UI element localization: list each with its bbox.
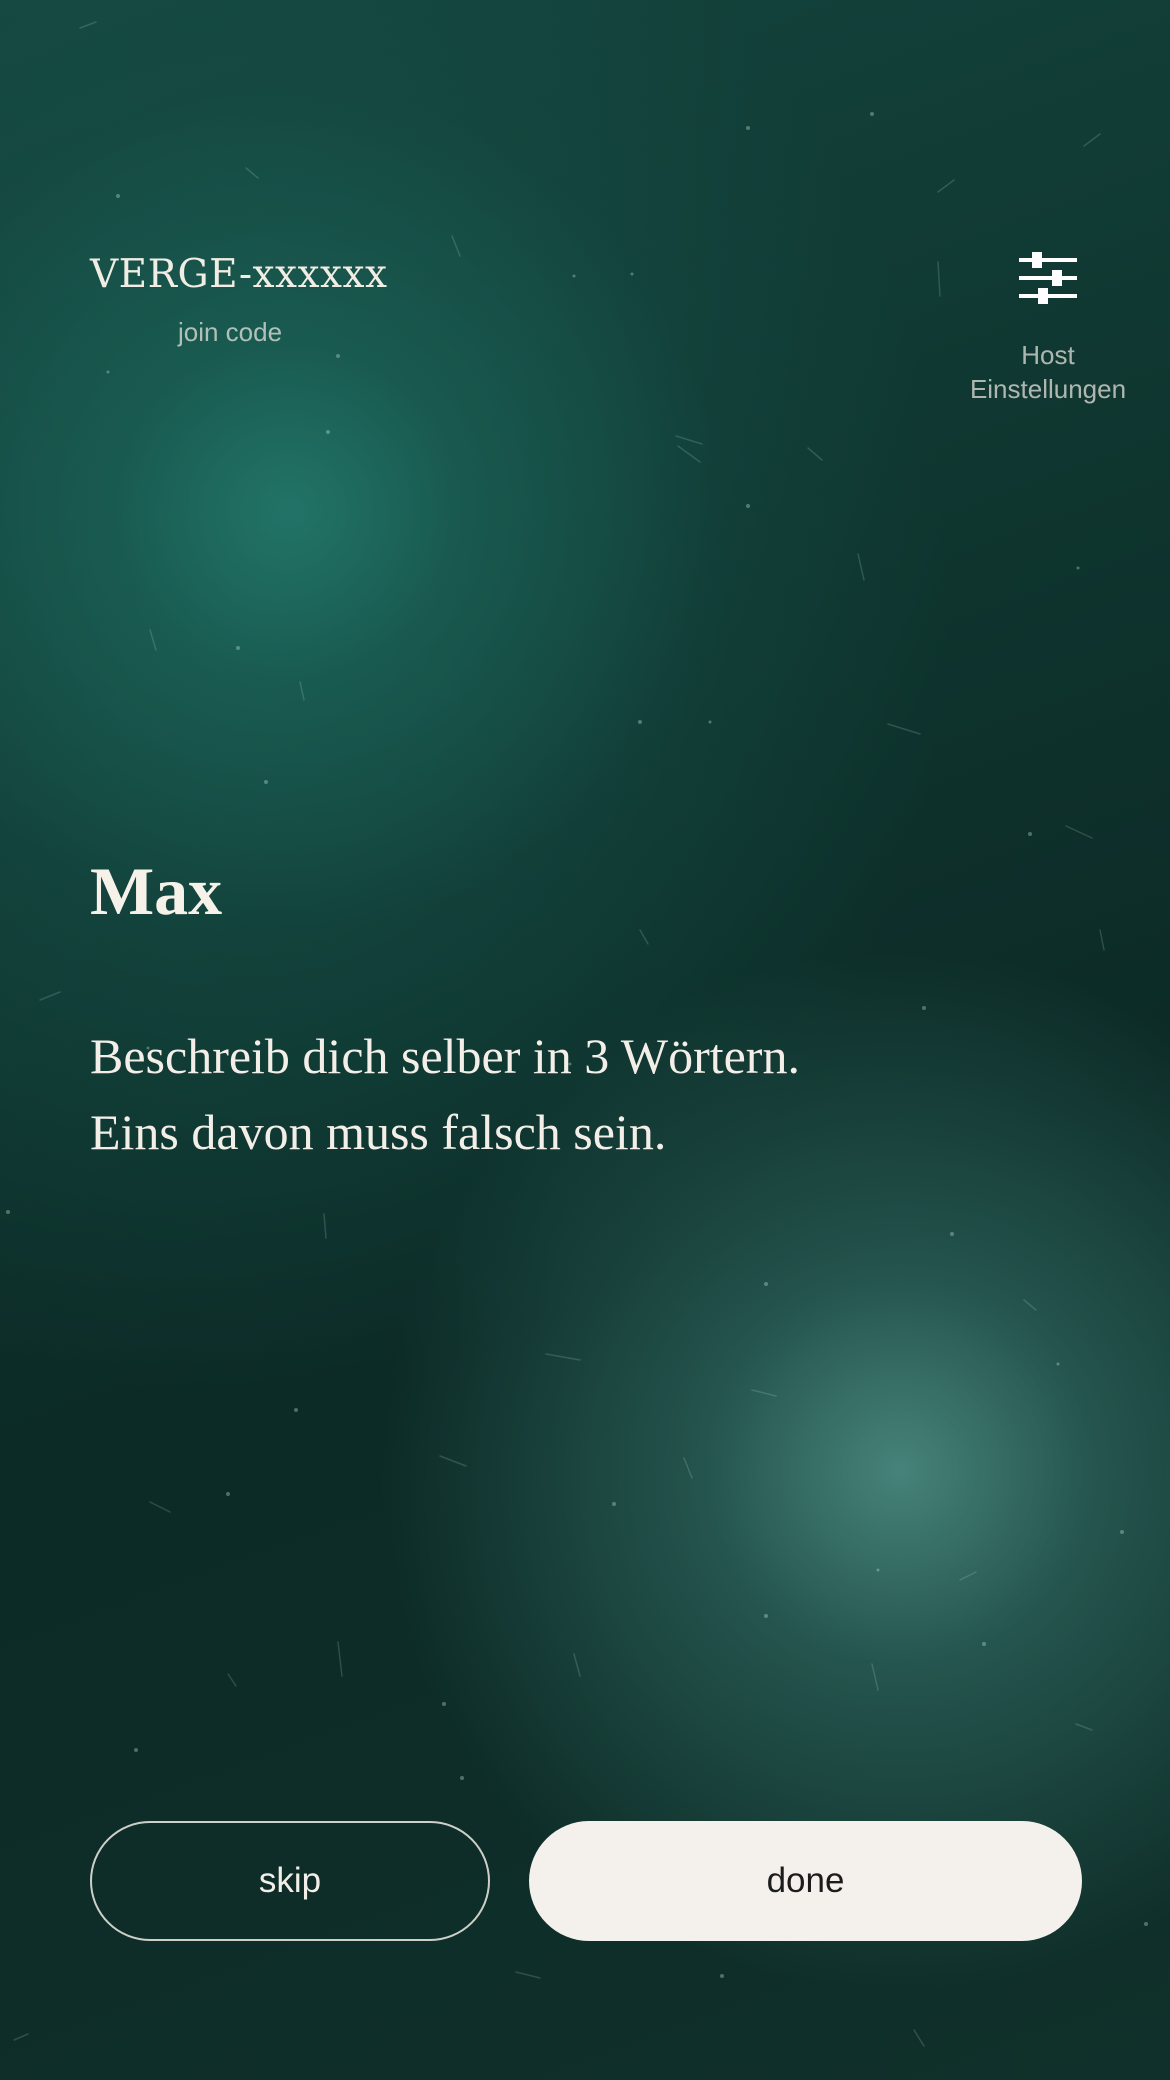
question-prompt: Beschreib dich selber in 3 Wörtern. Eins…: [90, 1018, 1090, 1170]
skip-button[interactable]: skip: [90, 1821, 490, 1941]
prompt-line-2: Eins davon muss falsch sein.: [90, 1104, 667, 1160]
prompt-line-1: Beschreib dich selber in 3 Wörtern.: [90, 1028, 800, 1084]
host-settings-button[interactable]: Host Einstellungen: [948, 250, 1148, 406]
done-button[interactable]: done: [529, 1821, 1082, 1941]
join-code-label: join code: [177, 317, 283, 347]
host-settings-label: Host Einstellungen: [969, 340, 1127, 404]
join-code-block: VERGE-xxxxxx join code: [90, 252, 388, 348]
sliders-icon: [1019, 252, 1077, 304]
player-name: Max: [90, 853, 223, 929]
join-code: VERGE-xxxxxx: [90, 252, 388, 297]
